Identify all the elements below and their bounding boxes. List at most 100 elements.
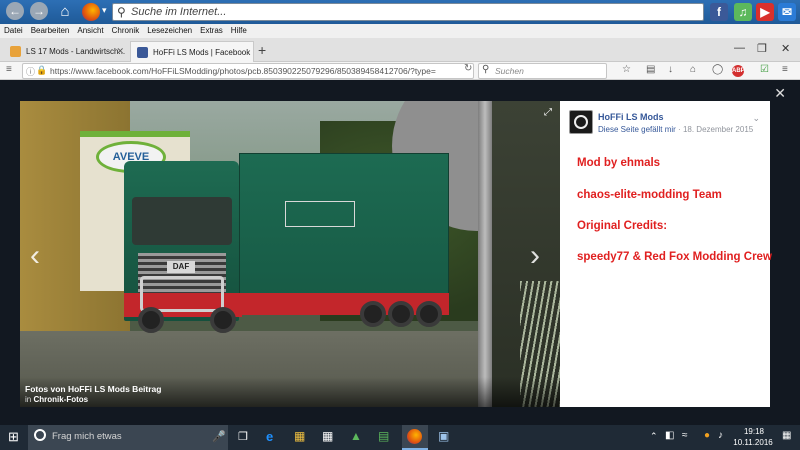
truck-windshield: [132, 197, 232, 245]
menu-bearbeiten[interactable]: Bearbeiten: [27, 24, 74, 38]
caption-prefix: in: [25, 395, 32, 404]
menu-chronik[interactable]: Chronik: [108, 24, 144, 38]
search-icon: ⚲: [117, 5, 126, 19]
taskbar-firefox-active[interactable]: [402, 425, 428, 450]
home-icon[interactable]: ⌂: [690, 64, 696, 75]
home-icon[interactable]: ⌂: [56, 3, 74, 21]
pocket-icon[interactable]: ◯: [712, 64, 723, 75]
notifications-icon[interactable]: ▦: [782, 430, 791, 441]
windows-start-icon[interactable]: ⊞: [8, 429, 19, 445]
chevron-down-icon[interactable]: ▾: [102, 5, 107, 16]
post-panel: HoFFi LS Mods Diese Seite gefällt mir · …: [560, 101, 772, 407]
task-view-icon[interactable]: ❐: [238, 430, 248, 443]
taskbar: ⊞ Frag mich etwas 🎤 ❐ e ▦ ▦ ▲ ▤ ▣ ⌃ ◧ ≈ …: [0, 425, 800, 450]
menu-extras[interactable]: Extras: [196, 24, 227, 38]
cortana-icon: [34, 429, 46, 441]
wheel: [388, 301, 414, 327]
search-icon: ⚲: [482, 64, 490, 75]
extension-icon[interactable]: ☑: [760, 64, 769, 75]
menu-lesezeichen[interactable]: Lesezeichen: [143, 24, 196, 38]
tab-label: HoFFi LS Mods | Facebook: [153, 48, 251, 57]
page-liked-link[interactable]: Diese Seite gefällt mir: [598, 125, 676, 134]
clock-date[interactable]: 10.11.2016: [730, 438, 776, 447]
adblock-icon[interactable]: ABP: [732, 65, 745, 77]
settings-icon[interactable]: ▣: [438, 429, 449, 443]
spreadsheet-icon[interactable]: ▤: [378, 429, 389, 443]
taskbar-search-placeholder: Frag mich etwas: [52, 431, 122, 442]
menu-ansicht[interactable]: Ansicht: [73, 24, 107, 38]
facebook-icon[interactable]: f: [710, 3, 728, 21]
firefox-menu-icon[interactable]: [82, 3, 100, 21]
photo-caption-title[interactable]: Fotos von HoFFi LS Mods Beitrag: [25, 384, 161, 394]
download-icon[interactable]: ↓: [668, 64, 673, 75]
next-photo-icon[interactable]: ›: [530, 239, 540, 273]
search-field[interactable]: ⚲ Suchen: [478, 63, 607, 79]
overflow-menu-icon[interactable]: ≡: [782, 64, 788, 75]
lock-icon: 🔒: [36, 65, 48, 75]
wifi-icon[interactable]: ≈: [682, 430, 688, 441]
ls17-favicon: [10, 46, 21, 57]
info-icon[interactable]: ⓘ: [26, 65, 35, 78]
close-tab-icon[interactable]: ✕: [116, 41, 124, 62]
url-field[interactable]: ⓘ 🔒 https://www.facebook.com/HoFFiLSModd…: [22, 63, 474, 79]
wheel: [416, 301, 442, 327]
folder-icon[interactable]: ▦: [294, 429, 305, 443]
tray-app-icon[interactable]: ●: [704, 430, 710, 441]
close-window-button[interactable]: ✕: [781, 42, 790, 55]
tab-label: LS 17 Mods - Landwirtsch...: [26, 47, 126, 56]
navigation-bar: ≡ ⓘ 🔒 https://www.facebook.com/HoFFiLSMo…: [0, 62, 800, 80]
reading-list-icon[interactable]: ▤: [646, 64, 655, 75]
minimize-button[interactable]: —: [734, 42, 745, 54]
page-name[interactable]: HoFFi LS Mods: [598, 112, 664, 122]
post-line-4: speedy77 & Red Fox Modding Crew: [577, 251, 772, 263]
network-icon[interactable]: ◧: [665, 430, 674, 441]
menu-hilfe[interactable]: Hilfe: [227, 24, 251, 38]
close-lightbox-icon[interactable]: ✕: [774, 85, 786, 102]
menu-bar: Datei Bearbeiten Ansicht Chronik Lesezeichen…: [0, 24, 800, 38]
prev-photo-icon[interactable]: ‹: [30, 239, 40, 273]
caption-album-link[interactable]: Chronik-Fotos: [33, 395, 88, 404]
restore-button[interactable]: ❐: [757, 42, 767, 55]
chevron-down-icon[interactable]: ⌄: [752, 113, 760, 124]
new-tab-button[interactable]: +: [258, 42, 266, 58]
wheel: [210, 307, 236, 333]
music-icon[interactable]: ♫: [734, 3, 752, 21]
taskbar-search-box[interactable]: Frag mich etwas 🎤: [28, 425, 228, 450]
mail-icon[interactable]: ✉: [778, 3, 796, 21]
back-button[interactable]: ←: [6, 2, 24, 20]
forward-button[interactable]: →: [30, 2, 48, 20]
avatar-logo: [574, 115, 588, 129]
menu-hamburger-icon[interactable]: ≡: [6, 64, 12, 75]
store-icon[interactable]: ▦: [322, 429, 333, 443]
post-meta: Diese Seite gefällt mir · 18. Dezember 2…: [598, 125, 753, 134]
post-line-3: Original Credits:: [577, 220, 668, 232]
chevron-up-icon[interactable]: ⌃: [650, 431, 658, 442]
edge-icon[interactable]: e: [266, 429, 273, 444]
star-icon[interactable]: ☆: [622, 64, 631, 75]
tab-ls17-mods[interactable]: LS 17 Mods - Landwirtsch... ✕: [4, 41, 130, 62]
menu-datei[interactable]: Datei: [0, 24, 27, 38]
youtube-icon[interactable]: ▶: [756, 3, 774, 21]
post-line-2: chaos-elite-modding Team: [577, 189, 722, 201]
clock-time[interactable]: 19:18: [738, 427, 770, 436]
browser-toolbar: ← → ⌂ ▾ ⚲ Suche im Internet... f ♫ ▶ ✉: [0, 0, 800, 24]
firefox-icon: [407, 429, 422, 444]
search-field-placeholder: Suchen: [495, 66, 524, 76]
photo-viewer[interactable]: AVEVE DAF ‹ › ⤢ Fotos von HoFFi LS Mods …: [20, 101, 560, 407]
wheel: [138, 307, 164, 333]
url-text: https://www.facebook.com/HoFFiLSModding/…: [50, 66, 436, 76]
post-date[interactable]: 18. Dezember 2015: [683, 125, 753, 134]
meta-separator: ·: [678, 125, 681, 134]
truck-badge: DAF: [167, 261, 195, 273]
web-search-input[interactable]: ⚲ Suche im Internet...: [112, 3, 704, 21]
web-search-placeholder: Suche im Internet...: [131, 6, 227, 18]
truck-trailer: [239, 153, 449, 303]
expand-icon[interactable]: ⤢: [544, 107, 552, 118]
avatar[interactable]: [569, 110, 593, 134]
tab-bar: LS 17 Mods - Landwirtsch... ✕ HoFFi LS M…: [0, 38, 800, 62]
volume-icon[interactable]: ♪: [718, 430, 723, 441]
game-icon[interactable]: ▲: [350, 429, 362, 443]
tab-facebook[interactable]: HoFFi LS Mods | Facebook: [130, 41, 254, 62]
reload-icon[interactable]: ↻: [464, 63, 472, 74]
microphone-icon[interactable]: 🎤: [212, 430, 226, 443]
